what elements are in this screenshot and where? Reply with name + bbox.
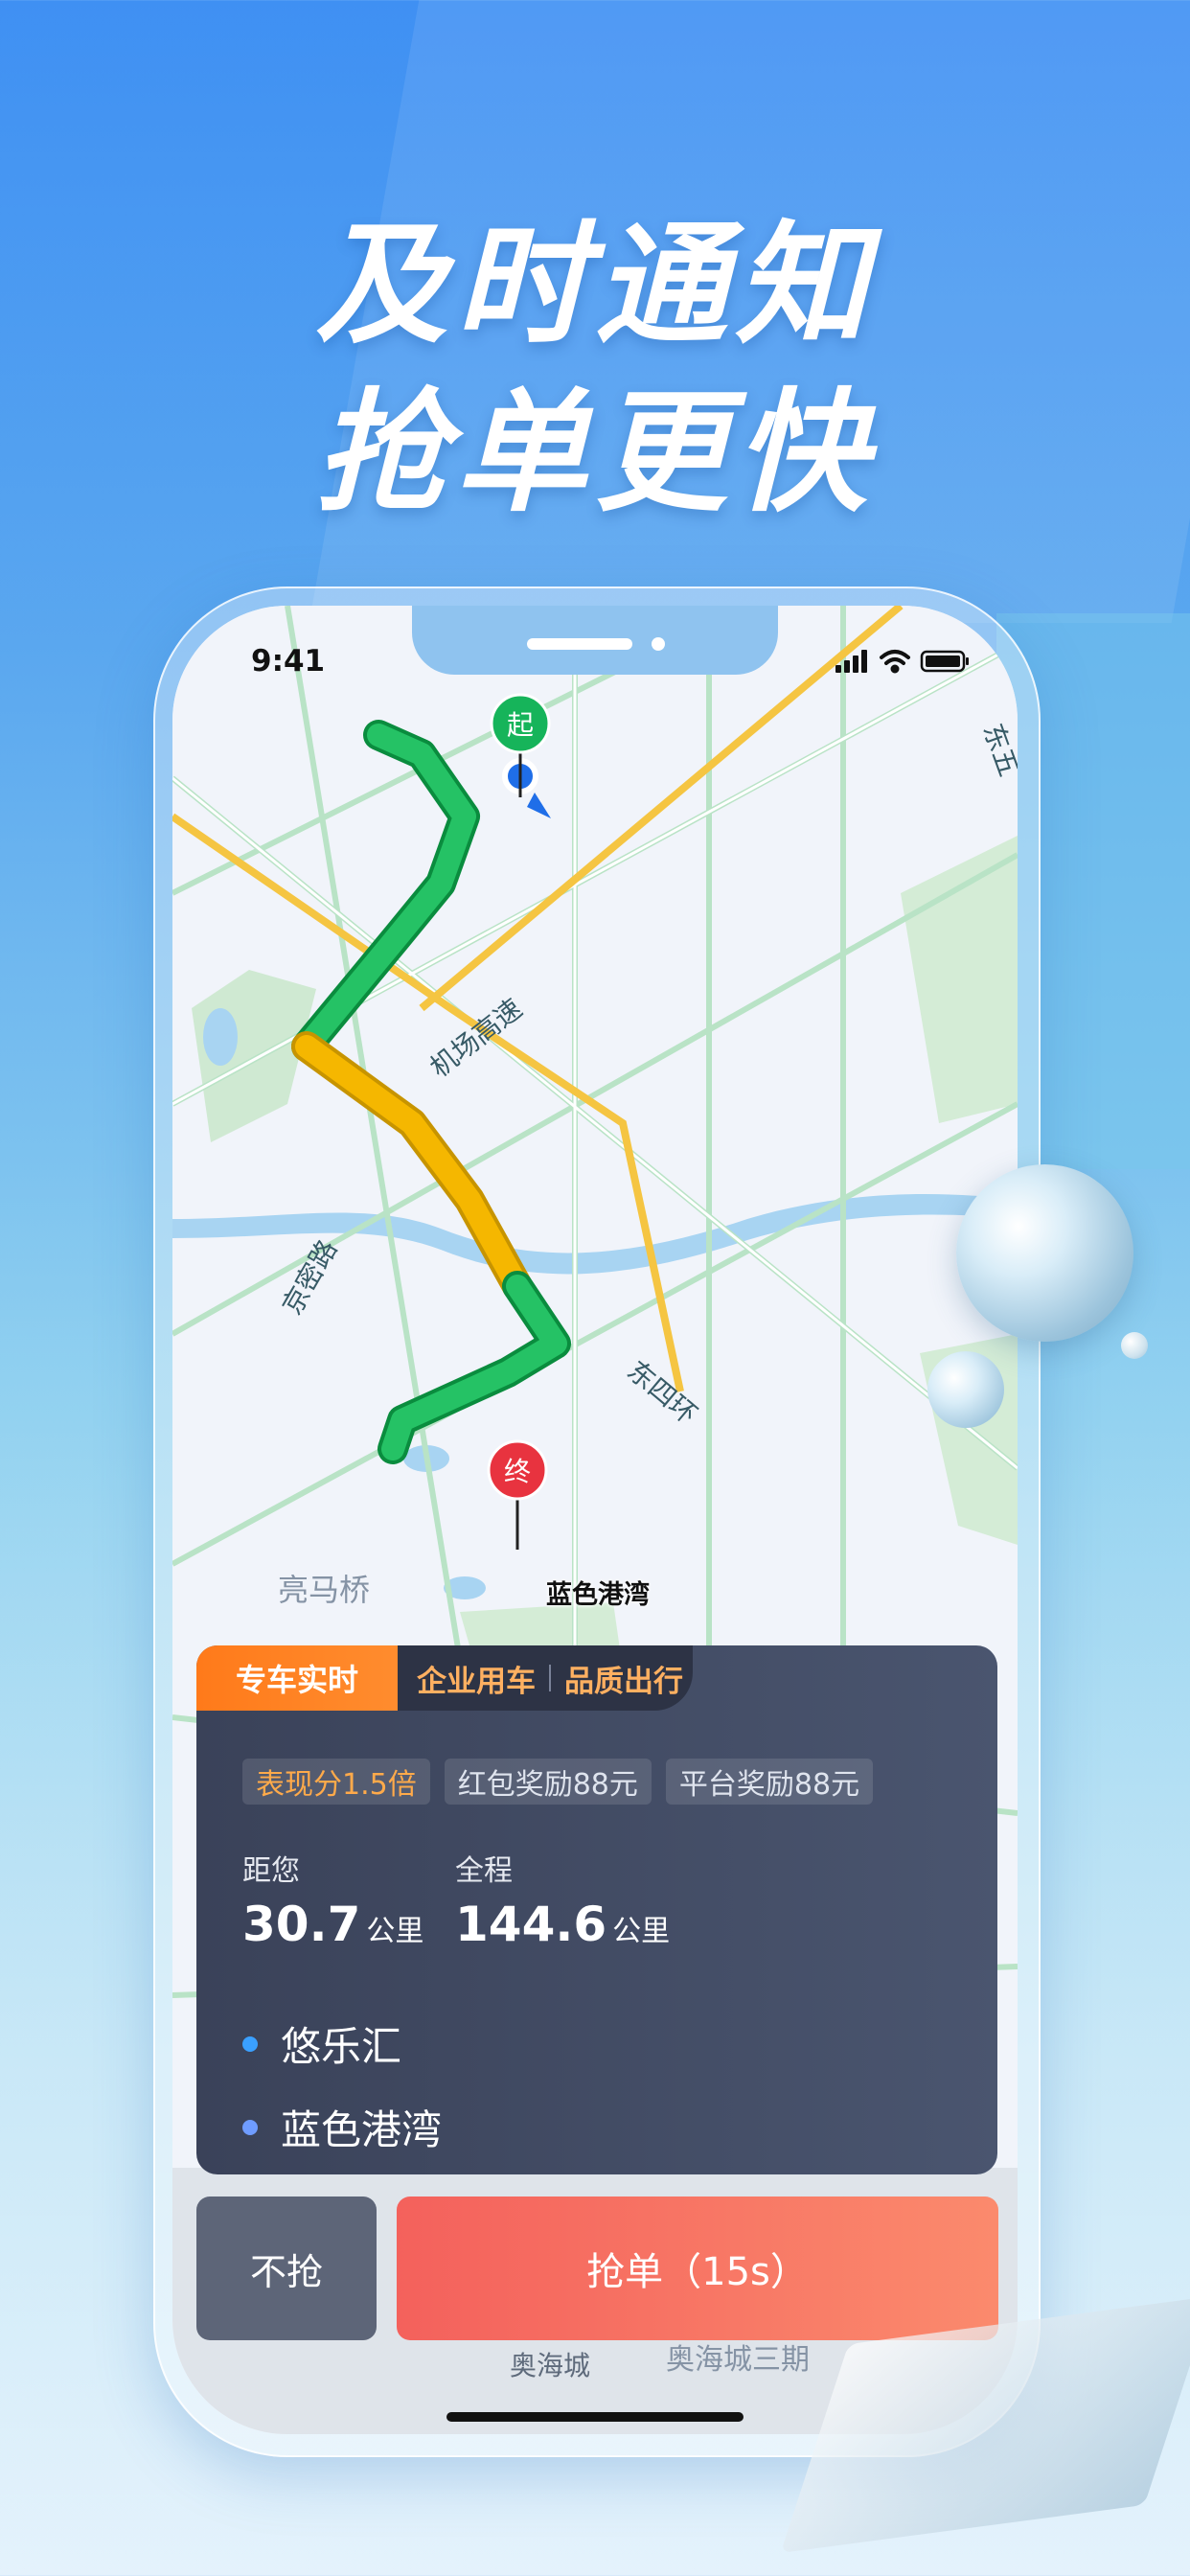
tab-enterprise: 企业用车	[417, 1664, 536, 1699]
distance-to-you-value: 30.7	[242, 1897, 361, 1952]
start-marker: 起	[507, 709, 534, 741]
home-indicator[interactable]	[446, 2412, 744, 2422]
order-type-tabs: 企业用车 品质出行	[388, 1645, 693, 1711]
reward-tags: 表现分1.5倍 红包奖励88元 平台奖励88元	[242, 1759, 874, 1805]
battery-icon	[920, 650, 969, 673]
headline-line-1: 及时通知	[314, 208, 875, 362]
decorative-bubble	[1121, 1332, 1148, 1359]
end-marker: 终	[504, 1456, 531, 1487]
distance-to-you-label: 距您	[242, 1854, 300, 1888]
order-card: 企业用车 品质出行 专车实时 表现分1.5倍 红包奖励88元 平台奖励88元 距…	[196, 1645, 997, 2174]
decorative-bubble	[927, 1351, 1004, 1428]
tag-red-packet: 红包奖励88元	[444, 1759, 652, 1805]
map-label-aohai-city-3: 奥海城三期	[666, 2343, 810, 2377]
distance-unit: 公里	[612, 1915, 671, 1948]
total-distance-label: 全程	[455, 1854, 513, 1888]
distance-unit: 公里	[366, 1915, 424, 1948]
camera-dot	[652, 637, 665, 651]
decorative-bubble	[956, 1164, 1133, 1342]
end-point-name: 蓝色港湾	[281, 2106, 443, 2153]
destination-label: 蓝色港湾	[546, 1580, 650, 1610]
status-time: 9:41	[251, 644, 326, 678]
total-distance-value: 144.6	[455, 1897, 607, 1952]
wifi-icon	[880, 650, 910, 674]
signal-icon	[835, 650, 867, 673]
map-label-liangma-bridge: 亮马桥	[278, 1572, 371, 1608]
speaker-grille	[527, 638, 632, 650]
start-point: 悠乐汇	[242, 2014, 401, 2073]
tab-active-type: 专车实时	[196, 1645, 398, 1711]
tag-score: 表现分1.5倍	[242, 1759, 430, 1805]
map-label-aohai-city: 奥海城	[510, 2350, 591, 2381]
distance-to-you: 距您 30.7 公里	[242, 1847, 423, 1952]
status-icons	[835, 650, 969, 674]
start-point-name: 悠乐汇	[281, 2023, 402, 2070]
end-point: 蓝色港湾	[242, 2098, 442, 2156]
end-dot	[242, 2119, 258, 2135]
total-distance: 全程 144.6 公里	[455, 1847, 670, 1952]
tab-divider	[549, 1665, 551, 1691]
tag-platform-reward: 平台奖励88元	[665, 1759, 874, 1805]
notch	[412, 606, 778, 675]
tab-quality: 品质出行	[564, 1664, 683, 1699]
headline-line-2: 抢单更快	[314, 376, 875, 530]
start-dot	[242, 2036, 258, 2052]
skip-button[interactable]: 不抢	[196, 2196, 377, 2340]
grab-order-button[interactable]: 抢单（15s）	[397, 2196, 998, 2340]
phone-screen: 起 终 9:41 机场高速 京密路 东四环 东五 亮马桥 奥海城 奥海城三期 蓝…	[172, 606, 1018, 2434]
